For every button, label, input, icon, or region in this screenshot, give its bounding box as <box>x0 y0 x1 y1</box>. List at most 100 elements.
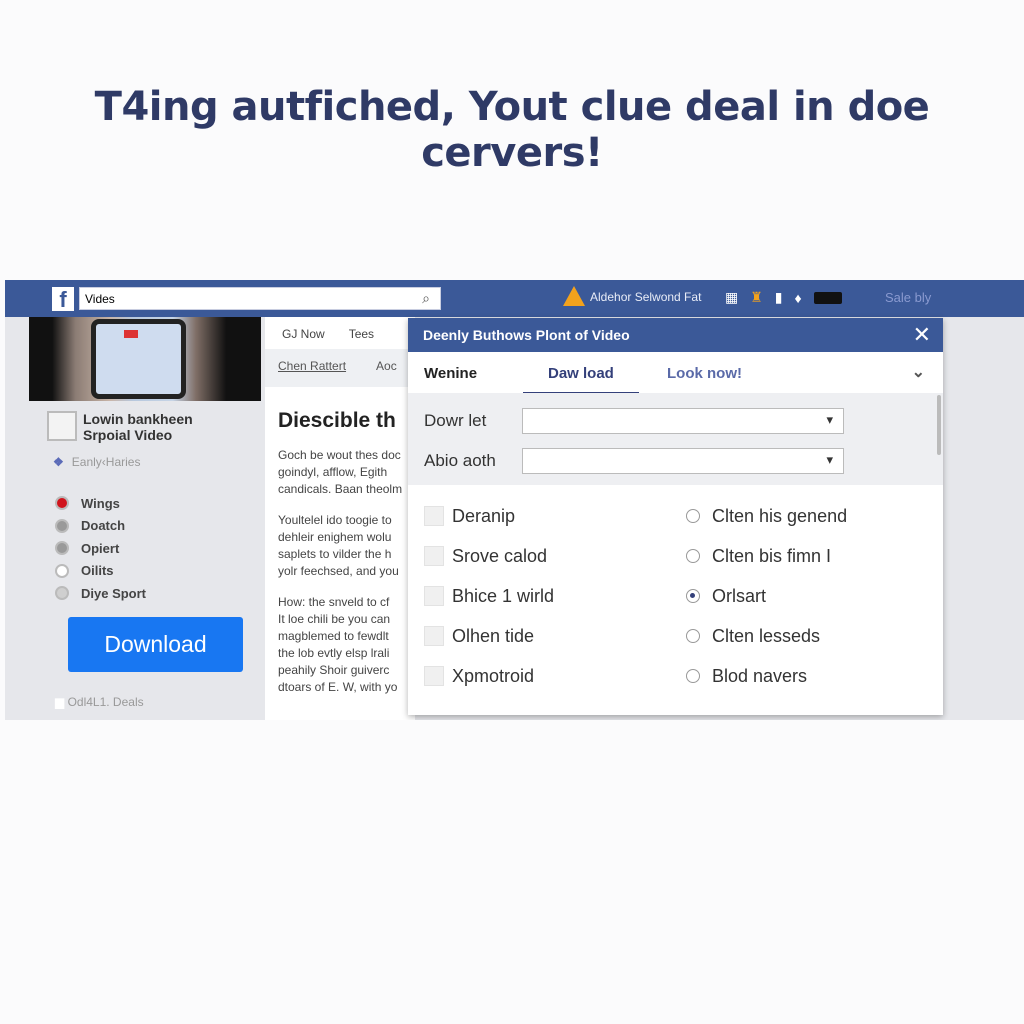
checkbox-label: Olhen tide <box>452 625 535 646</box>
checkbox-item[interactable]: Srove calod <box>424 545 686 567</box>
article-paragraph: Goch be wout thes doc goindyl, afflow, Eg… <box>265 433 415 498</box>
top-nav: f ⌕ Aldehor Selwond Fat ▦ ♜ ▮ ♦ Sale bly <box>5 280 1024 317</box>
radio-label: Blod navers <box>712 665 808 686</box>
radio-label: Clten bis fimn I <box>712 545 832 566</box>
paragraph-line: dtoars of E. W, with yo <box>278 680 398 694</box>
radio-item[interactable]: Blod navers <box>686 665 946 687</box>
channel-subtitle: Srpoial Video <box>83 427 173 443</box>
radio-item[interactable]: Clten his genend <box>686 505 946 527</box>
radio-button[interactable] <box>686 629 700 643</box>
download-dialog: Deenly Buthows Plont of Video ✕ Wenine Da… <box>408 318 943 715</box>
field-label: Dowr let <box>424 411 487 430</box>
option-dot-icon <box>55 586 69 601</box>
tab-look-now[interactable]: Look now! <box>667 365 742 382</box>
checkbox[interactable] <box>424 666 444 686</box>
radio-button[interactable] <box>686 589 700 603</box>
radio-item[interactable]: Clten bis fimn I <box>686 545 946 567</box>
option-item[interactable]: Opiert <box>55 537 146 560</box>
radio-button[interactable] <box>686 669 700 683</box>
option-dot-icon <box>55 496 69 511</box>
paragraph-line: Youltelel ido toogie to <box>278 513 392 527</box>
checkbox-item[interactable]: Deranip <box>424 505 686 527</box>
scrollbar[interactable] <box>937 395 941 455</box>
subtab-2[interactable]: Aoc <box>376 359 397 387</box>
checkbox[interactable] <box>424 546 444 566</box>
paragraph-line: magblemed to fewdlt <box>278 629 389 643</box>
footer-link[interactable]: ▆ Odl4L1. Deals <box>55 695 144 709</box>
early-link[interactable]: ❖ Eanly‹Haries <box>53 455 140 469</box>
search-input[interactable] <box>80 288 400 309</box>
article-heading: Diescible th <box>278 409 396 432</box>
option-label: Doatch <box>81 518 126 534</box>
download-select[interactable] <box>522 408 844 434</box>
paragraph-line: peahily Shoir guiverc <box>278 663 390 677</box>
paragraph-line: How: the snveld to cf <box>278 595 390 609</box>
pin-icon[interactable]: ♦ <box>795 290 802 306</box>
search-icon[interactable]: ⌕ <box>422 290 430 307</box>
tab-wenine[interactable]: Wenine <box>424 365 477 382</box>
facebook-logo-icon[interactable]: f <box>52 287 74 312</box>
dialog-title: Deenly Buthows Plont of Video <box>423 327 630 343</box>
folder-icon: ▆ <box>55 695 68 709</box>
option-item[interactable]: Diye Sport <box>55 582 146 605</box>
account-menu-icon[interactable] <box>813 291 842 304</box>
option-item[interactable]: Oilits <box>55 560 146 583</box>
tab-go-now[interactable]: GJ Now <box>282 327 325 349</box>
option-label: Diye Sport <box>81 585 147 601</box>
option-item[interactable]: Wings <box>55 492 146 515</box>
audio-select[interactable] <box>522 448 844 474</box>
broom-icon[interactable]: ♜ <box>750 289 763 306</box>
checkbox-item[interactable]: Bhice 1 wirld <box>424 585 686 607</box>
search-box: ⌕ <box>79 287 441 310</box>
badge-icon: ❖ <box>53 455 64 469</box>
option-label: Opiert <box>81 540 120 556</box>
option-label: Wings <box>81 495 120 511</box>
video-thumbnail[interactable] <box>29 317 261 401</box>
radio-button[interactable] <box>686 509 700 523</box>
account-name[interactable]: Sale bly <box>885 290 931 305</box>
radio-label: Clten his genend <box>712 505 848 526</box>
checkbox[interactable] <box>424 586 444 606</box>
notice-text[interactable]: Aldehor Selwond Fat <box>590 290 701 304</box>
early-label: Eanly‹Haries <box>71 455 141 469</box>
checkbox[interactable] <box>424 626 444 646</box>
option-label: Oilits <box>81 563 114 579</box>
article-paragraph: Youltelel ido toogie to dehleir enighem w… <box>265 498 415 580</box>
article-panel: GJ Now Tees Chen Rattert Aoc Diescible th … <box>265 317 415 720</box>
checkbox-label: Deranip <box>452 505 516 526</box>
radio-item[interactable]: Orlsart <box>686 585 946 607</box>
channel-avatar <box>47 411 77 441</box>
checkbox-item[interactable]: Olhen tide <box>424 625 686 647</box>
warning-icon[interactable] <box>563 286 585 306</box>
tab-tees[interactable]: Tees <box>349 327 374 349</box>
checkbox-item[interactable]: Xpmotroid <box>424 665 686 687</box>
radio-button[interactable] <box>686 549 700 563</box>
option-dot-icon <box>55 563 69 578</box>
channel-name: Lowin bankheen <box>83 411 193 427</box>
paragraph-line: yolr feechsed, and you <box>278 564 399 578</box>
field-label: Abio aoth <box>424 451 496 470</box>
radio-label: Clten lesseds <box>712 625 821 646</box>
grid-icon[interactable]: ▦ <box>725 289 738 306</box>
chevron-down-icon[interactable]: ⌄ <box>912 362 925 382</box>
paragraph-line: saplets to vilder the h <box>278 547 392 561</box>
channel-info[interactable]: Lowin bankheen Srpoial Video <box>47 411 193 443</box>
subtab-1[interactable]: Chen Rattert <box>278 359 346 387</box>
option-dot-icon <box>55 518 69 533</box>
footer-label: Odl4L1. Deals <box>67 695 144 709</box>
close-icon[interactable]: ✕ <box>913 322 931 348</box>
paragraph-line: Goch be wout thes doc <box>278 448 401 462</box>
download-button[interactable]: Download <box>68 617 243 672</box>
checkbox[interactable] <box>424 506 444 526</box>
battery-icon[interactable]: ▮ <box>775 289 783 306</box>
tab-download[interactable]: Daw load <box>523 365 639 395</box>
paragraph-line: It loe chili be you can <box>278 612 391 626</box>
left-sidebar: Lowin bankheen Srpoial Video ❖ Eanly‹Harie… <box>5 317 265 720</box>
article-paragraph: How: the snveld to cf It loe chili be you… <box>265 580 415 696</box>
screenshot-frame: f ⌕ Aldehor Selwond Fat ▦ ♜ ▮ ♦ Sale bly… <box>5 280 1024 720</box>
paragraph-line: the lob evtly elsp lrali <box>278 646 390 660</box>
radio-item[interactable]: Clten lesseds <box>686 625 946 647</box>
headline: T4ing autfiched, Yout clue deal in doe c… <box>94 84 930 176</box>
option-dot-icon <box>55 541 69 556</box>
option-item[interactable]: Doatch <box>55 515 146 538</box>
